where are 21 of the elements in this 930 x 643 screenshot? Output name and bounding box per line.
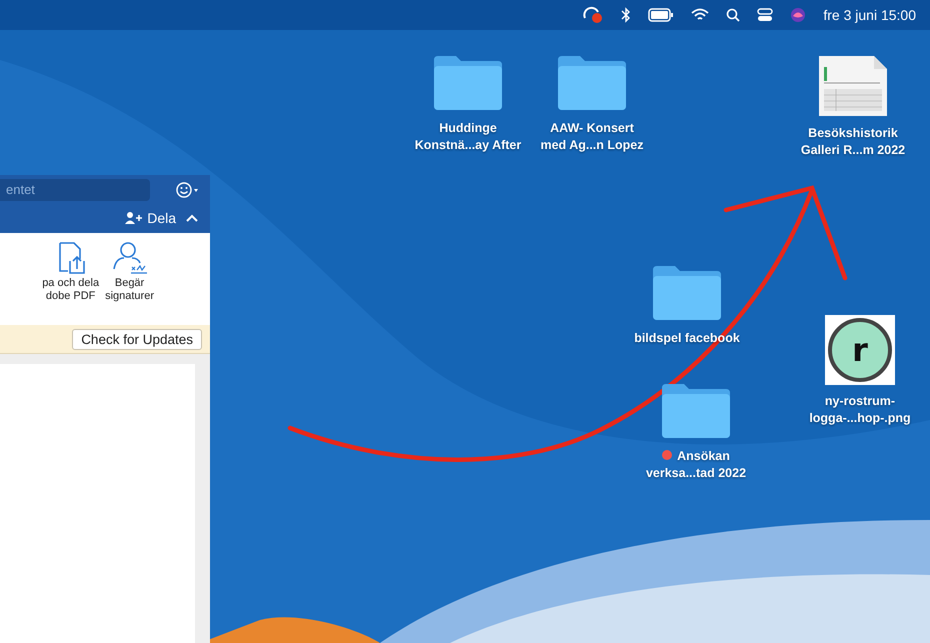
wifi-icon[interactable] [691,8,710,22]
search-icon[interactable] [726,8,740,22]
desktop-icon-label[interactable]: Ansökan verksa...tad 2022 [646,448,746,482]
share-button[interactable]: Dela [125,210,176,226]
check-updates-button[interactable]: Check for Updates [72,328,202,350]
control-center-icon[interactable] [757,7,774,23]
bluetooth-icon[interactable] [621,7,632,23]
battery-icon[interactable] [648,8,674,22]
creative-cloud-icon[interactable] [582,6,604,24]
spreadsheet-thumbnail-icon[interactable] [818,55,888,117]
add-person-icon [125,211,144,225]
chevron-up-icon[interactable] [186,214,198,222]
siri-icon[interactable] [790,7,806,23]
search-field[interactable]: entet [0,179,150,201]
desktop-icon-label[interactable]: ny-rostrum- logga-...hop-.png [809,393,911,427]
desktop-icon-label[interactable]: Huddinge Konstnä...ay After [414,120,522,154]
desktop-icon-label[interactable]: Besökshistorik Galleri R...m 2022 [800,125,906,159]
menu-bar-clock[interactable]: fre 3 juni 15:00 [823,7,916,23]
desktop-icon-label[interactable]: AAW- Konsert med Ag...n Lopez [540,120,644,154]
ribbon-button[interactable]: Begär signaturer [105,241,154,325]
ribbon-button[interactable]: pa och dela dobe PDF [42,241,100,325]
